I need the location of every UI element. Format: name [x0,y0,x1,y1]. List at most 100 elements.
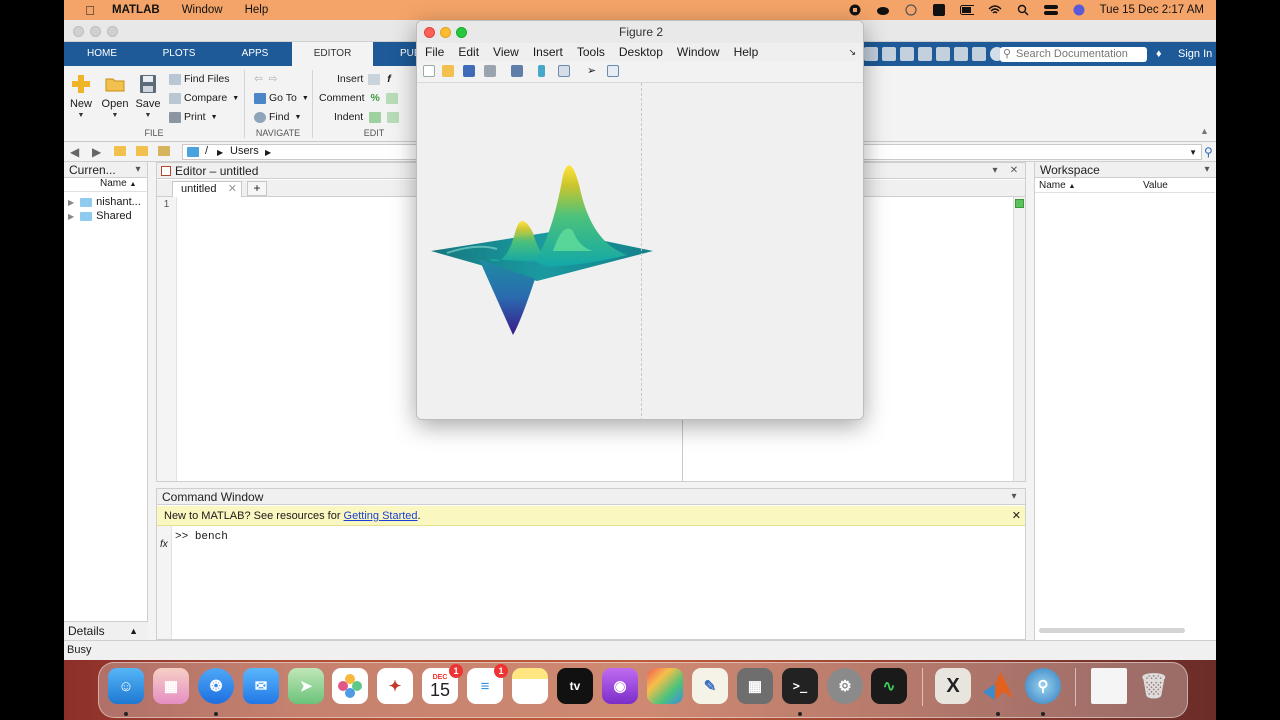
name-column-header[interactable]: Name ▲ [64,178,147,192]
safari-icon[interactable]: ❂ [198,668,234,704]
redo-icon[interactable] [954,47,968,61]
notification-bell-icon[interactable]: ♦ [1156,42,1162,66]
collapse-toolstrip-icon[interactable]: ▲ [1200,126,1209,136]
tab-editor[interactable]: EDITOR [292,42,373,66]
mail-icon[interactable]: ✉ [243,668,279,704]
figure-minimize-button[interactable] [440,27,451,38]
siri-icon[interactable] [1072,4,1086,16]
wifi-icon[interactable] [988,4,1002,16]
figure-menu-insert[interactable]: Insert [533,45,563,59]
finder-icon[interactable]: ☺ [108,668,144,704]
expand-icon[interactable]: ▶ [68,198,74,207]
path-dropdown-icon[interactable]: ▼ [1189,145,1197,160]
reminders-icon[interactable]: ≡ 1 [467,664,508,704]
trash-icon[interactable]: 🗑 [1136,668,1172,704]
path-root[interactable]: / [205,145,208,157]
tab-plots[interactable]: PLOTS [140,42,218,66]
sign-in-link[interactable]: Sign In [1178,42,1212,66]
close-window-button[interactable] [73,26,84,37]
documents-stack-icon[interactable] [1091,668,1127,704]
zoom-window-button[interactable] [107,26,118,37]
property-inspector-icon[interactable] [607,65,619,77]
textedit-icon[interactable]: ✎ [692,668,728,704]
editor-close-icon[interactable]: ✕ [1008,163,1020,179]
banner-close-icon[interactable]: ✕ [1012,506,1021,526]
text-input-icon[interactable] [932,4,946,16]
switch-windows-icon[interactable] [972,47,986,61]
cloud-icon[interactable] [876,4,890,16]
edit-plot-cursor-icon[interactable]: ➢ [587,65,599,77]
menu-help[interactable]: Help [245,4,269,16]
editor-actions-icon[interactable]: ▾ [989,163,1001,179]
figure-menu-overflow-icon[interactable]: ↘ [848,47,856,58]
minimize-window-button[interactable] [90,26,101,37]
search-documentation-input[interactable]: ⚲ Search Documentation [1000,47,1147,62]
undo-icon[interactable] [936,47,950,61]
save-button[interactable]: Save ▼ [131,74,165,119]
editor-scrollbar[interactable] [1013,197,1025,481]
figure-menu-desktop[interactable]: Desktop [619,45,663,59]
details-panel-toggle[interactable]: Details ▲ [64,621,148,640]
spotlight-icon[interactable] [1016,4,1030,16]
find-files-button[interactable]: Find Files [169,73,230,85]
panel-actions-icon[interactable]: ▾ [132,162,144,178]
photos-icon[interactable] [332,668,368,704]
notes-icon[interactable] [512,668,548,704]
matlab-dock-icon[interactable] [980,668,1016,704]
search-folder-icon[interactable]: ⚲ [1204,145,1213,159]
record-icon[interactable] [848,4,862,16]
apple-icon[interactable]:  [82,3,98,18]
save-all-icon[interactable] [864,47,878,61]
terminal-icon[interactable]: >_ [782,668,818,704]
getting-started-link[interactable]: Getting Started [344,510,418,522]
calculator-icon[interactable]: ▦ [737,668,773,704]
print-button[interactable]: Print ▼ [169,111,218,123]
ws-value-column[interactable]: Value [1143,180,1168,191]
color-picker-icon[interactable] [647,668,683,704]
control-center-icon[interactable] [1043,4,1058,16]
system-preferences-icon[interactable]: ⚙ [827,668,863,704]
new-button[interactable]: New ▼ [64,74,98,119]
menubar-clock[interactable]: Tue 15 Dec 2:17 AM [1100,4,1204,16]
figure-menu-help[interactable]: Help [734,45,759,59]
calendar-icon[interactable]: DEC 15 1 [422,664,463,704]
tab-apps[interactable]: APPS [218,42,292,66]
new-figure-icon[interactable] [423,65,435,77]
cut-icon[interactable] [882,47,896,61]
figure-zoom-button[interactable] [456,27,467,38]
back-forward-buttons[interactable]: ⇦ ⇨ [254,73,277,85]
browse-folder-icon[interactable] [136,146,148,156]
folder-row[interactable]: ▶ Shared [68,210,132,222]
details-expand-icon[interactable]: ▲ [129,622,138,641]
podcasts-icon[interactable]: ◉ [602,668,638,704]
colorbar-icon[interactable] [538,65,545,77]
save-figure-icon[interactable] [463,65,475,77]
copy-icon[interactable] [900,47,914,61]
apple-tv-icon[interactable]: tv [557,668,593,704]
tab-close-icon[interactable]: ✕ [228,182,237,197]
ws-name-column[interactable]: Name ▲ [1039,180,1075,191]
find-button[interactable]: Find ▼ [254,111,301,123]
command-window-actions-icon[interactable]: ▾ [1008,489,1020,505]
go-to-button[interactable]: Go To ▼ [254,92,309,104]
figure-menu-window[interactable]: Window [677,45,720,59]
folder-row[interactable]: ▶ nishant... [68,196,141,208]
figure-menu-edit[interactable]: Edit [458,45,479,59]
forward-icon[interactable]: ▶ [92,145,101,159]
print-figure-icon[interactable] [484,65,496,77]
figure-menu-tools[interactable]: Tools [577,45,605,59]
legend-icon[interactable] [558,65,570,77]
open-file-icon[interactable] [442,65,454,77]
grammarly-icon[interactable] [904,4,918,16]
open-button[interactable]: Open ▼ [98,74,132,119]
menu-window[interactable]: Window [182,4,223,16]
compare-button[interactable]: Compare ▼ [169,92,239,104]
link-plot-icon[interactable] [511,65,523,77]
figure-menu-view[interactable]: View [493,45,519,59]
path-segment-users[interactable]: Users [230,145,259,157]
new-tab-button[interactable]: + [247,181,267,196]
battery-icon[interactable] [959,4,974,16]
expand-icon[interactable]: ▶ [68,212,74,221]
indent-button[interactable]: Indent [334,111,402,123]
code-analyzer-status-icon[interactable] [1015,199,1024,208]
